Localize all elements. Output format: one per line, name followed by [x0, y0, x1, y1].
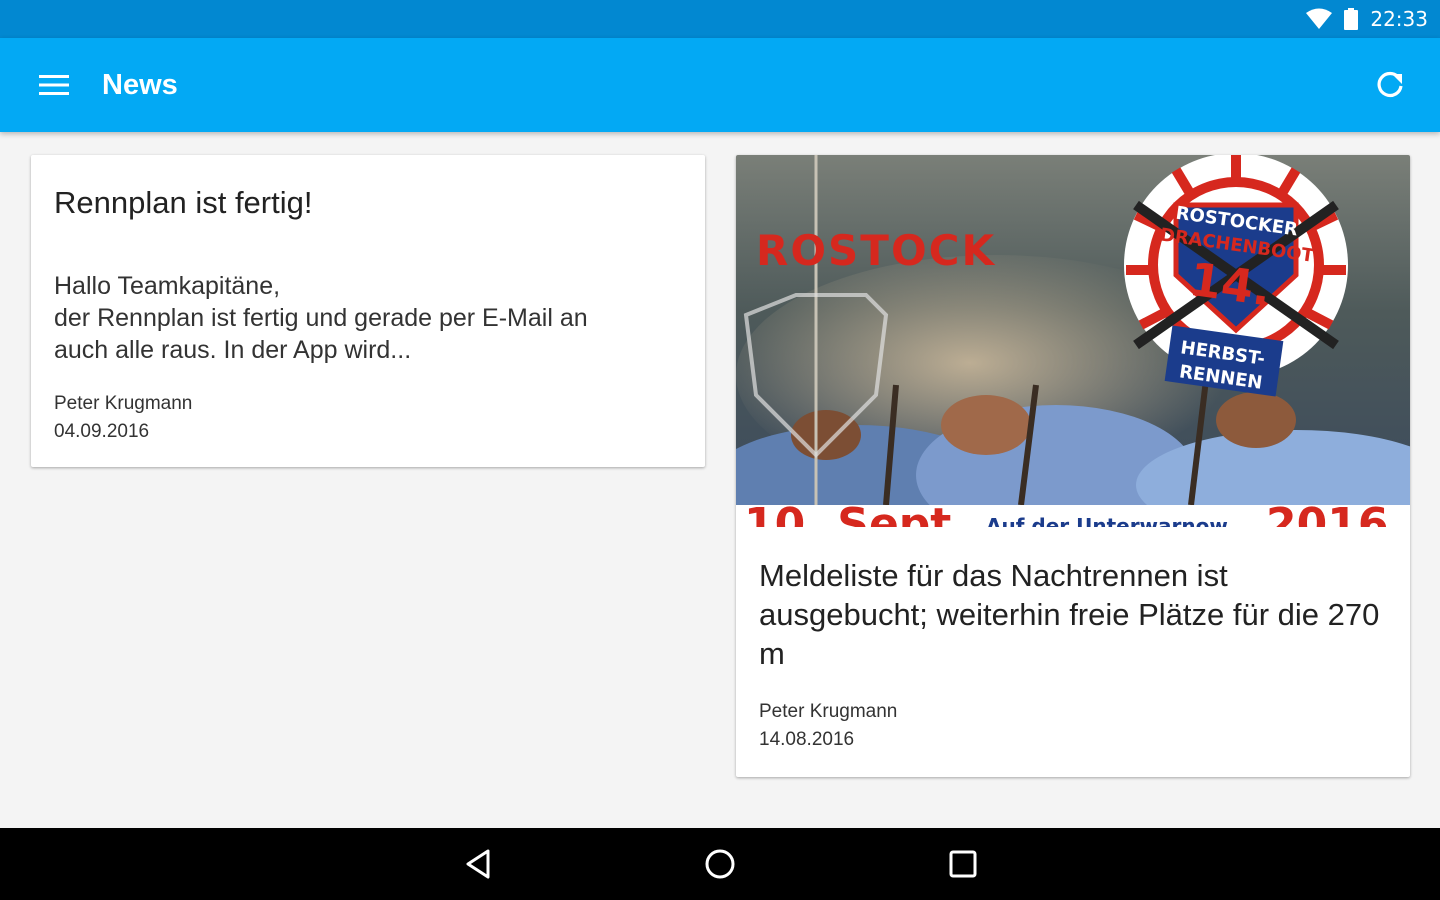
wifi-icon [1306, 8, 1333, 30]
back-icon [466, 849, 490, 879]
navigation-bar [0, 828, 1440, 900]
news-date: 04.09.2016 [54, 421, 150, 442]
battery-icon [1344, 8, 1359, 30]
news-author: Peter Krugmann [54, 393, 193, 414]
home-button[interactable] [690, 834, 750, 894]
ribbon-year: 2016 [1266, 499, 1388, 527]
news-date: 14.08.2016 [759, 729, 855, 750]
news-card[interactable]: Rennplan ist fertig! Hallo Teamkapitäne,… [31, 155, 705, 467]
news-author: Peter Krugmann [759, 701, 898, 722]
image-city-label: ROSTOCK [756, 226, 996, 275]
refresh-button[interactable] [1370, 65, 1410, 105]
app-bar: News [0, 38, 1440, 132]
home-icon [705, 849, 735, 879]
ribbon-location: Auf der Unterwarnow [986, 514, 1228, 527]
news-title: Rennplan ist fertig! [54, 185, 313, 220]
recents-button[interactable] [933, 834, 993, 894]
badge-number: 14. [1186, 252, 1274, 317]
news-card[interactable]: ROSTOCK ROSTOCKER DRACHENBOOT 14. HERBST… [736, 155, 1410, 777]
menu-button[interactable] [34, 65, 74, 105]
ribbon-date: 10. Sept [744, 499, 951, 527]
status-bar: 22:33 [0, 0, 1440, 38]
news-title: Meldeliste für das Nachtrennen ist ausge… [759, 558, 1380, 671]
recents-icon [949, 850, 977, 878]
back-button[interactable] [448, 834, 508, 894]
status-time: 22:33 [1370, 7, 1428, 31]
page-title: News [102, 68, 178, 101]
refresh-icon [1377, 71, 1403, 98]
menu-icon [39, 75, 69, 95]
news-excerpt: Hallo Teamkapitäne, der Rennplan ist fer… [54, 272, 588, 364]
news-image: ROSTOCK ROSTOCKER DRACHENBOOT 14. HERBST… [736, 155, 1410, 527]
